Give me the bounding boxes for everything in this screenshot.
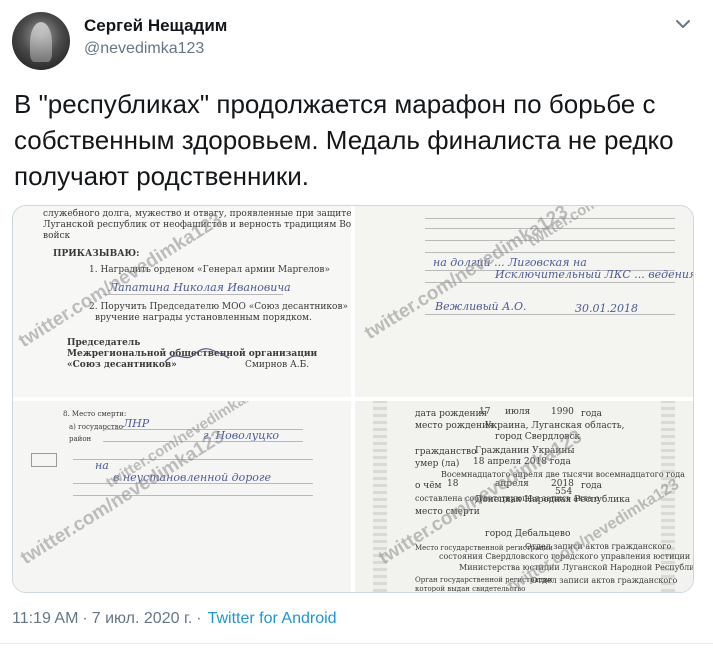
divider — [0, 643, 713, 644]
doc-value: Министерства юстиции Луганской Народной … — [459, 563, 693, 572]
separator-dot: · — [196, 610, 202, 627]
doc-value: 18 — [447, 479, 459, 489]
doc-value: июля — [505, 407, 531, 417]
doc-sign: «Союз десантников» — [67, 360, 177, 370]
watermark: twitter.com/nevedimka123 — [17, 426, 228, 569]
doc-line: войск — [43, 231, 71, 241]
photo-death-certificate-back[interactable]: на долгий ... Лиговская на Исключительны… — [355, 206, 693, 397]
doc-label: о чём — [415, 481, 442, 491]
media-grid: служебного долга, мужество и отвагу, про… — [12, 205, 694, 593]
doc-label: а) государство — [69, 423, 123, 431]
doc-value: 17 — [479, 407, 491, 417]
doc-heading: ПРИКАЗЫВАЮ: — [53, 249, 140, 259]
signature-icon — [164, 348, 230, 363]
doc-label: дата рождения — [415, 409, 488, 419]
doc-label: гражданство — [415, 447, 477, 457]
doc-label: место рождения — [415, 421, 494, 431]
tweet: Сергей Нещадим @nevedimka123 В "республи… — [0, 0, 713, 650]
doc-line: служебного долга, мужество и отвагу, про… — [43, 209, 351, 219]
doc-item: вручение награды установленным порядком. — [95, 313, 312, 323]
source-app-link[interactable]: Twitter for Android — [208, 610, 337, 628]
tweet-timestamp[interactable]: 11:19 AM · 7 июл. 2020 г. · — [12, 610, 206, 628]
tweet-menu-button[interactable] — [672, 14, 694, 36]
avatar[interactable] — [12, 12, 70, 70]
doc-value: Украина, Луганская область, — [485, 421, 625, 431]
doc-label: район — [69, 435, 92, 443]
tweet-time: 11:19 AM — [12, 610, 79, 627]
chevron-down-icon — [675, 16, 691, 34]
doc-value: город Дебальцево — [485, 529, 571, 539]
photo-award-order[interactable]: служебного долга, мужество и отвагу, про… — [13, 206, 351, 397]
doc-label: 8. Место смерти: — [63, 410, 127, 418]
doc-value: Отдел записи актов гражданского — [531, 576, 678, 585]
photo-death-record-form[interactable]: 8. Место смерти: а) государство ЛНР райо… — [13, 401, 351, 592]
display-name[interactable]: Сергей Нещадим — [84, 16, 227, 36]
doc-sign: Председатель — [67, 338, 141, 348]
doc-label: года — [581, 409, 603, 419]
handwriting: Вежливый А.О. — [435, 300, 527, 313]
doc-value: 1990 — [551, 407, 574, 417]
handwriting: на — [95, 459, 109, 472]
separator-dot: · — [82, 610, 88, 627]
doc-item: 2. Поручить Председателю МОО «Союз десан… — [89, 302, 351, 312]
tweet-date: 7 июл. 2020 г. — [91, 610, 193, 627]
handwriting: Исключительный ЛКС ... ведения — [495, 268, 693, 281]
doc-sign-name: Смирнов А.Б. — [245, 360, 310, 370]
doc-label: года — [581, 481, 603, 491]
tweet-text: В "республиках" продолжается марафон по … — [14, 89, 674, 191]
photo-death-certificate-front[interactable]: дата рождения 17 июля 1990 года место ро… — [355, 401, 693, 592]
user-handle[interactable]: @nevedimka123 — [84, 40, 204, 58]
